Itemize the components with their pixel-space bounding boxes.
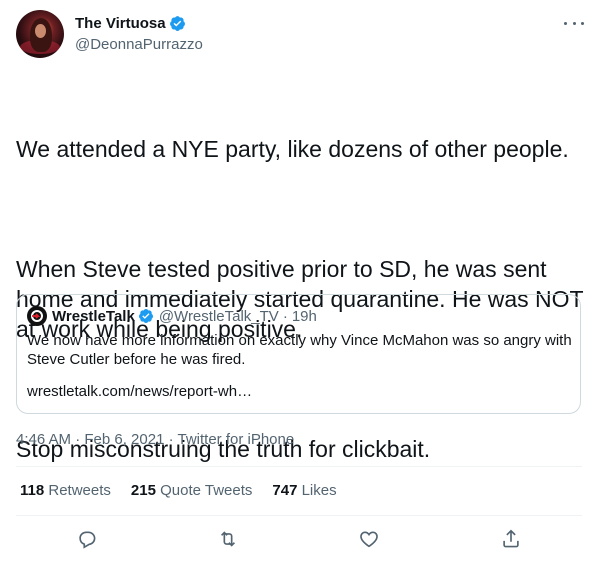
quoted-tweet[interactable]: WrestleTalk @WrestleTalk_TV · 19h We now… <box>16 294 581 414</box>
verified-badge-icon <box>169 16 185 31</box>
retweets-count: 118 <box>20 482 45 499</box>
quote-tweets-stat[interactable]: 215 Quote Tweets <box>131 482 252 499</box>
more-icon[interactable] <box>564 16 584 30</box>
tweet-timestamp[interactable]: 4:46 AM · Feb 6, 2021 · Twitter for iPho… <box>16 431 294 448</box>
quoted-author-name: WrestleTalk <box>52 307 135 325</box>
tweet-stats: 118 Retweets 215 Quote Tweets 747 Likes <box>20 482 337 499</box>
wrestletalk-logo-icon <box>31 310 43 322</box>
retweet-icon[interactable] <box>217 528 241 552</box>
like-icon[interactable] <box>358 528 382 552</box>
quoted-author-avatar <box>27 306 47 326</box>
tweet-header: The Virtuosa @DeonnaPurrazzo <box>16 10 584 60</box>
quoted-author-handle: @WrestleTalk_TV <box>158 307 279 325</box>
quoted-tweet-link[interactable]: wrestletalk.com/news/report-wh… <box>27 383 252 400</box>
verified-badge-icon <box>138 309 153 323</box>
author-avatar[interactable] <box>16 10 64 58</box>
author-name-row[interactable]: The Virtuosa <box>75 15 186 32</box>
reply-icon[interactable] <box>76 528 100 552</box>
divider <box>16 515 582 516</box>
author-handle[interactable]: @DeonnaPurrazzo <box>75 36 203 53</box>
quoted-tweet-time: 19h <box>291 307 317 325</box>
tweet-actions <box>16 525 582 555</box>
share-icon[interactable] <box>500 528 524 552</box>
quote-tweets-count: 215 <box>130 482 156 499</box>
likes-stat[interactable]: 747 Likes <box>272 482 336 499</box>
divider <box>16 466 582 467</box>
quote-tweets-label: Quote Tweets <box>160 482 253 499</box>
retweets-label: Retweets <box>48 482 111 499</box>
retweets-stat[interactable]: 118 Retweets <box>20 482 111 499</box>
quoted-separator: · <box>282 307 288 325</box>
author-name[interactable]: The Virtuosa <box>75 15 166 32</box>
likes-count: 747 <box>272 482 298 499</box>
quoted-tweet-text: We now have more information on exactly … <box>27 332 572 368</box>
likes-label: Likes <box>301 482 337 499</box>
tweet-paragraph: We attended a NYE party, like dozens of … <box>16 136 569 162</box>
quoted-tweet-header: WrestleTalk @WrestleTalk_TV · 19h <box>27 306 317 326</box>
